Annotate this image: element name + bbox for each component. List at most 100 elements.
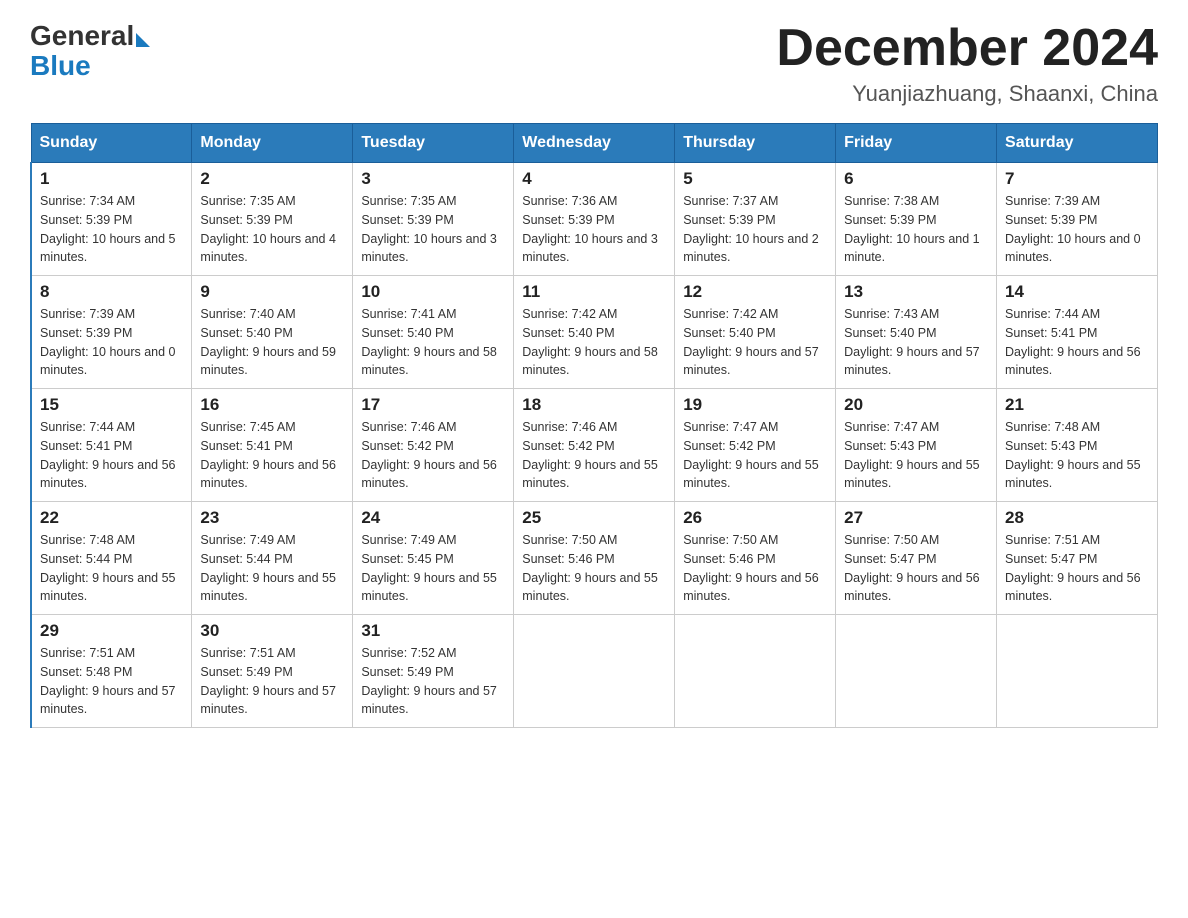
day-header-saturday: Saturday	[997, 124, 1158, 163]
day-info: Sunrise: 7:45 AMSunset: 5:41 PMDaylight:…	[200, 418, 344, 493]
day-number: 31	[361, 621, 505, 641]
calendar-cell	[836, 615, 997, 728]
day-info: Sunrise: 7:44 AMSunset: 5:41 PMDaylight:…	[40, 418, 183, 493]
day-number: 10	[361, 282, 505, 302]
calendar-cell: 24Sunrise: 7:49 AMSunset: 5:45 PMDayligh…	[353, 502, 514, 615]
day-number: 8	[40, 282, 183, 302]
calendar-cell	[675, 615, 836, 728]
day-number: 11	[522, 282, 666, 302]
day-number: 6	[844, 169, 988, 189]
day-info: Sunrise: 7:46 AMSunset: 5:42 PMDaylight:…	[522, 418, 666, 493]
day-info: Sunrise: 7:50 AMSunset: 5:47 PMDaylight:…	[844, 531, 988, 606]
calendar-cell: 9Sunrise: 7:40 AMSunset: 5:40 PMDaylight…	[192, 276, 353, 389]
day-number: 23	[200, 508, 344, 528]
page-header: General Blue December 2024 Yuanjiazhuang…	[30, 20, 1158, 107]
day-number: 30	[200, 621, 344, 641]
calendar-cell: 15Sunrise: 7:44 AMSunset: 5:41 PMDayligh…	[31, 389, 192, 502]
calendar-cell: 25 Sunrise: 7:50 AMSunset: 5:46 PMDayligh…	[514, 502, 675, 615]
calendar-cell: 22Sunrise: 7:48 AMSunset: 5:44 PMDayligh…	[31, 502, 192, 615]
day-info: Sunrise: 7:44 AMSunset: 5:41 PMDaylight:…	[1005, 305, 1149, 380]
calendar-cell: 3Sunrise: 7:35 AMSunset: 5:39 PMDaylight…	[353, 163, 514, 276]
day-number: 2	[200, 169, 344, 189]
day-header-friday: Friday	[836, 124, 997, 163]
calendar-cell: 21 Sunrise: 7:48 AMSunset: 5:43 PMDayligh…	[997, 389, 1158, 502]
day-number: 14	[1005, 282, 1149, 302]
day-info: Sunrise: 7:36 AMSunset: 5:39 PMDaylight:…	[522, 192, 666, 267]
calendar-cell: 26 Sunrise: 7:50 AMSunset: 5:46 PMDayligh…	[675, 502, 836, 615]
day-info: Sunrise: 7:47 AMSunset: 5:42 PMDaylight:…	[683, 418, 827, 493]
calendar-cell: 18Sunrise: 7:46 AMSunset: 5:42 PMDayligh…	[514, 389, 675, 502]
calendar-header-row: SundayMondayTuesdayWednesdayThursdayFrid…	[31, 124, 1158, 163]
day-info: Sunrise: 7:34 AMSunset: 5:39 PMDaylight:…	[40, 192, 183, 267]
day-info: Sunrise: 7:43 AMSunset: 5:40 PMDaylight:…	[844, 305, 988, 380]
day-info: Sunrise: 7:51 AMSunset: 5:47 PMDaylight:…	[1005, 531, 1149, 606]
calendar-cell: 10 Sunrise: 7:41 AMSunset: 5:40 PMDayligh…	[353, 276, 514, 389]
day-info: Sunrise: 7:49 AMSunset: 5:44 PMDaylight:…	[200, 531, 344, 606]
day-number: 27	[844, 508, 988, 528]
day-number: 25	[522, 508, 666, 528]
location-text: Yuanjiazhuang, Shaanxi, China	[776, 81, 1158, 107]
calendar-cell: 28 Sunrise: 7:51 AMSunset: 5:47 PMDayligh…	[997, 502, 1158, 615]
day-number: 20	[844, 395, 988, 415]
day-info: Sunrise: 7:51 AMSunset: 5:48 PMDaylight:…	[40, 644, 183, 719]
day-number: 21	[1005, 395, 1149, 415]
day-number: 12	[683, 282, 827, 302]
day-info: Sunrise: 7:35 AMSunset: 5:39 PMDaylight:…	[200, 192, 344, 267]
day-header-monday: Monday	[192, 124, 353, 163]
day-info: Sunrise: 7:39 AMSunset: 5:39 PMDaylight:…	[1005, 192, 1149, 267]
day-number: 7	[1005, 169, 1149, 189]
day-info: Sunrise: 7:48 AMSunset: 5:43 PMDaylight:…	[1005, 418, 1149, 493]
logo-arrow-icon	[136, 33, 150, 47]
calendar-week-row: 22Sunrise: 7:48 AMSunset: 5:44 PMDayligh…	[31, 502, 1158, 615]
day-number: 24	[361, 508, 505, 528]
calendar-cell: 16 Sunrise: 7:45 AMSunset: 5:41 PMDayligh…	[192, 389, 353, 502]
day-number: 1	[40, 169, 183, 189]
day-number: 22	[40, 508, 183, 528]
day-header-wednesday: Wednesday	[514, 124, 675, 163]
calendar-cell	[514, 615, 675, 728]
calendar-cell: 31 Sunrise: 7:52 AMSunset: 5:49 PMDayligh…	[353, 615, 514, 728]
day-info: Sunrise: 7:42 AMSunset: 5:40 PMDaylight:…	[522, 305, 666, 380]
day-info: Sunrise: 7:40 AMSunset: 5:40 PMDaylight:…	[200, 305, 344, 380]
day-info: Sunrise: 7:52 AMSunset: 5:49 PMDaylight:…	[361, 644, 505, 719]
day-number: 28	[1005, 508, 1149, 528]
day-info: Sunrise: 7:41 AMSunset: 5:40 PMDaylight:…	[361, 305, 505, 380]
day-info: Sunrise: 7:46 AMSunset: 5:42 PMDaylight:…	[361, 418, 505, 493]
day-info: Sunrise: 7:51 AMSunset: 5:49 PMDaylight:…	[200, 644, 344, 719]
day-info: Sunrise: 7:42 AMSunset: 5:40 PMDaylight:…	[683, 305, 827, 380]
logo-general-text: General	[30, 20, 134, 51]
calendar-cell: 2 Sunrise: 7:35 AMSunset: 5:39 PMDaylight…	[192, 163, 353, 276]
calendar-cell: 30 Sunrise: 7:51 AMSunset: 5:49 PMDayligh…	[192, 615, 353, 728]
calendar-week-row: 29Sunrise: 7:51 AMSunset: 5:48 PMDayligh…	[31, 615, 1158, 728]
calendar-table: SundayMondayTuesdayWednesdayThursdayFrid…	[30, 123, 1158, 728]
calendar-cell: 6 Sunrise: 7:38 AMSunset: 5:39 PMDaylight…	[836, 163, 997, 276]
logo-blue-text: Blue	[30, 52, 150, 80]
calendar-cell: 5Sunrise: 7:37 AMSunset: 5:39 PMDaylight…	[675, 163, 836, 276]
calendar-cell: 20Sunrise: 7:47 AMSunset: 5:43 PMDayligh…	[836, 389, 997, 502]
calendar-cell: 19Sunrise: 7:47 AMSunset: 5:42 PMDayligh…	[675, 389, 836, 502]
calendar-cell: 23 Sunrise: 7:49 AMSunset: 5:44 PMDayligh…	[192, 502, 353, 615]
day-number: 17	[361, 395, 505, 415]
calendar-cell: 14 Sunrise: 7:44 AMSunset: 5:41 PMDayligh…	[997, 276, 1158, 389]
title-section: December 2024 Yuanjiazhuang, Shaanxi, Ch…	[776, 20, 1158, 107]
day-header-tuesday: Tuesday	[353, 124, 514, 163]
day-header-thursday: Thursday	[675, 124, 836, 163]
day-info: Sunrise: 7:35 AMSunset: 5:39 PMDaylight:…	[361, 192, 505, 267]
calendar-cell: 1 Sunrise: 7:34 AMSunset: 5:39 PMDaylight…	[31, 163, 192, 276]
day-number: 16	[200, 395, 344, 415]
day-number: 13	[844, 282, 988, 302]
calendar-cell: 27 Sunrise: 7:50 AMSunset: 5:47 PMDayligh…	[836, 502, 997, 615]
calendar-cell: 11 Sunrise: 7:42 AMSunset: 5:40 PMDayligh…	[514, 276, 675, 389]
calendar-cell	[997, 615, 1158, 728]
day-number: 5	[683, 169, 827, 189]
calendar-cell: 12 Sunrise: 7:42 AMSunset: 5:40 PMDayligh…	[675, 276, 836, 389]
day-number: 26	[683, 508, 827, 528]
calendar-cell: 13 Sunrise: 7:43 AMSunset: 5:40 PMDayligh…	[836, 276, 997, 389]
calendar-cell: 7 Sunrise: 7:39 AMSunset: 5:39 PMDaylight…	[997, 163, 1158, 276]
calendar-body: 1 Sunrise: 7:34 AMSunset: 5:39 PMDaylight…	[31, 163, 1158, 728]
day-info: Sunrise: 7:50 AMSunset: 5:46 PMDaylight:…	[683, 531, 827, 606]
day-info: Sunrise: 7:38 AMSunset: 5:39 PMDaylight:…	[844, 192, 988, 267]
day-info: Sunrise: 7:50 AMSunset: 5:46 PMDaylight:…	[522, 531, 666, 606]
day-info: Sunrise: 7:39 AMSunset: 5:39 PMDaylight:…	[40, 305, 183, 380]
month-title: December 2024	[776, 20, 1158, 77]
